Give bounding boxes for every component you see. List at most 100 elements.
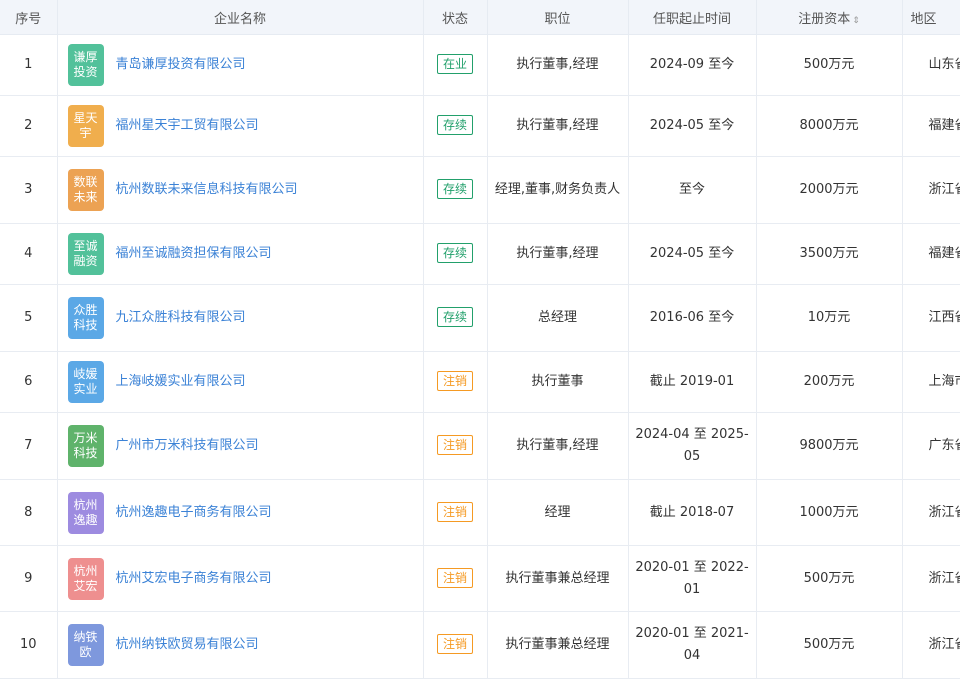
row-index: 9 (0, 545, 58, 612)
company-name-link[interactable]: 九江众胜科技有限公司 (116, 307, 246, 329)
status-badge: 存续 (436, 115, 473, 135)
capital-cell: 200万元 (756, 351, 903, 413)
header-region: 地区 (902, 0, 960, 35)
status-cell: 注销 (423, 351, 488, 413)
tenure-cell: 2024-05 至今 (628, 223, 757, 285)
status-cell: 注销 (423, 412, 488, 480)
company-cell: 岐媛实业 上海岐媛实业有限公司 (57, 351, 424, 413)
company-cell: 至诚融资 福州至诚融资担保有限公司 (57, 223, 424, 285)
header-index: 序号 (0, 0, 58, 35)
status-cell: 存续 (423, 284, 488, 352)
company-name-link[interactable]: 福州至诚融资担保有限公司 (116, 243, 272, 265)
status-badge: 注销 (436, 567, 473, 588)
region-cell: 上海市 (902, 351, 960, 413)
company-name-link[interactable]: 广州市万米科技有限公司 (116, 435, 259, 457)
status-badge: 存续 (436, 307, 473, 327)
table-row[interactable]: 6岐媛实业上海岐媛实业有限公司注销执行董事截止 2019-01200万元上海市 (0, 351, 960, 413)
capital-cell: 3500万元 (756, 223, 903, 285)
company-cell: 杭州艾宏 杭州艾宏电子商务有限公司 (57, 545, 424, 612)
tenure-cell: 2020-01 至 2022-01 (628, 545, 757, 612)
company-logo: 杭州艾宏 (67, 557, 104, 600)
row-index: 7 (0, 412, 58, 480)
capital-cell: 1000万元 (756, 479, 903, 546)
company-name-link[interactable]: 杭州纳铁欧贸易有限公司 (116, 634, 259, 656)
sort-icon[interactable]: ⇕ (852, 16, 860, 26)
status-cell: 注销 (423, 545, 488, 612)
header-status: 状态 (423, 0, 488, 35)
status-badge: 注销 (436, 371, 473, 391)
table-row[interactable]: 4 至诚融资 福州至诚融资担保有限公司 存续 执行董事,经理 2024-05 至今 3500… (0, 223, 960, 285)
company-name-link[interactable]: 青岛谦厚投资有限公司 (116, 54, 246, 76)
table-row[interactable]: 9 杭州艾宏 杭州艾宏电子商务有限公司 注销 执行董事兼总经理 2020-01 至 202… (0, 545, 960, 612)
company-cell: 万米科技 广州市万米科技有限公司 (57, 412, 424, 480)
table-row[interactable]: 3 数联未来 杭州数联未来信息科技有限公司 存续 经理,董事,财务负责人 至今 2000万元… (0, 156, 960, 224)
region-cell: 浙江省 (902, 156, 960, 224)
company-logo: 星天宇 (67, 105, 104, 147)
region-cell: 浙江省 (902, 611, 960, 679)
status-badge: 存续 (436, 179, 473, 199)
header-capital[interactable]: 注册资本 ⇕ (756, 0, 903, 35)
company-cell: 众胜科技 九江众胜科技有限公司 (57, 284, 424, 352)
table-row[interactable]: 10 纳铁欧 杭州纳铁欧贸易有限公司 注销 执行董事兼总经理 2020-01 至 2021… (0, 611, 960, 679)
company-logo: 万米科技 (67, 425, 104, 467)
tenure-cell: 截止 2019-01 (628, 351, 757, 413)
table-row[interactable]: 5众胜科技九江众胜科技有限公司存续总经理2016-06 至今10万元江西省 (0, 284, 960, 352)
table-row[interactable]: 7 万米科技 广州市万米科技有限公司 注销 执行董事,经理 2024-04 至 2025-… (0, 412, 960, 480)
company-name-link[interactable]: 杭州逸趣电子商务有限公司 (116, 502, 272, 524)
company-name-link[interactable]: 福州星天宇工贸有限公司 (116, 115, 259, 137)
status-badge: 在业 (436, 54, 473, 74)
status-badge: 注销 (436, 634, 473, 654)
position-cell: 执行董事,经理 (487, 34, 629, 96)
capital-cell: 500万元 (756, 611, 903, 679)
company-logo: 至诚融资 (67, 233, 104, 275)
row-index: 4 (0, 223, 58, 285)
position-cell: 执行董事兼总经理 (487, 545, 629, 612)
header-company: 企业名称 (57, 0, 424, 35)
company-logo: 岐媛实业 (67, 361, 104, 403)
row-index: 5 (0, 284, 58, 352)
company-name-link[interactable]: 杭州数联未来信息科技有限公司 (116, 179, 298, 201)
tenure-cell: 2024-09 至今 (628, 34, 757, 96)
tenure-cell: 2024-04 至 2025-05 (628, 412, 757, 480)
tenure-cell: 2024-05 至今 (628, 95, 757, 157)
tenure-cell: 截止 2018-07 (628, 479, 757, 546)
position-cell: 执行董事 (487, 351, 629, 413)
row-index: 6 (0, 351, 58, 413)
position-cell: 执行董事兼总经理 (487, 611, 629, 679)
status-badge: 存续 (436, 243, 473, 263)
company-name-link[interactable]: 杭州艾宏电子商务有限公司 (116, 568, 272, 590)
status-cell: 存续 (423, 223, 488, 285)
status-badge: 注销 (436, 501, 473, 522)
tenure-cell: 2020-01 至 2021-04 (628, 611, 757, 679)
position-cell: 执行董事,经理 (487, 412, 629, 480)
status-cell: 存续 (423, 95, 488, 157)
header-position: 职位 (487, 0, 629, 35)
position-cell: 执行董事,经理 (487, 95, 629, 157)
tenure-cell: 至今 (628, 156, 757, 224)
row-index: 3 (0, 156, 58, 224)
row-index: 2 (0, 95, 58, 157)
table-header-row: 序号 企业名称 状态 职位 任职起止时间 注册资本 ⇕ 地区 (0, 0, 960, 35)
company-logo: 谦厚投资 (67, 44, 104, 86)
region-cell: 浙江省 (902, 545, 960, 612)
capital-cell: 2000万元 (756, 156, 903, 224)
table-row[interactable]: 1 谦厚投资 青岛谦厚投资有限公司 在业 执行董事,经理 2024-09 至今 500万元山… (0, 34, 960, 96)
capital-cell: 500万元 (756, 545, 903, 612)
table-row[interactable]: 8杭州逸趣杭州逸趣电子商务有限公司注销经理截止 2018-071000万元浙江省 (0, 479, 960, 546)
tenure-cell: 2016-06 至今 (628, 284, 757, 352)
row-index: 10 (0, 611, 58, 679)
table-row[interactable]: 2 星天宇 福州星天宇工贸有限公司 存续 执行董事,经理 2024-05 至今 8000万元… (0, 95, 960, 157)
status-badge: 注销 (436, 435, 473, 455)
company-cell: 杭州逸趣 杭州逸趣电子商务有限公司 (57, 479, 424, 546)
company-logo: 杭州逸趣 (67, 491, 104, 534)
company-logo: 纳铁欧 (67, 624, 104, 666)
status-cell: 注销 (423, 611, 488, 679)
region-cell: 山东省 (902, 34, 960, 96)
region-cell: 广东省 (902, 412, 960, 480)
header-capital-label: 注册资本 (798, 11, 851, 27)
position-cell: 执行董事,经理 (487, 223, 629, 285)
region-cell: 福建省 (902, 95, 960, 157)
company-name-link[interactable]: 上海岐媛实业有限公司 (116, 371, 246, 393)
company-table: 序号 企业名称 状态 职位 任职起止时间 注册资本 ⇕ 地区 1 谦厚投资 青岛谦厚投… (0, 0, 960, 679)
company-cell: 谦厚投资 青岛谦厚投资有限公司 (57, 34, 424, 96)
